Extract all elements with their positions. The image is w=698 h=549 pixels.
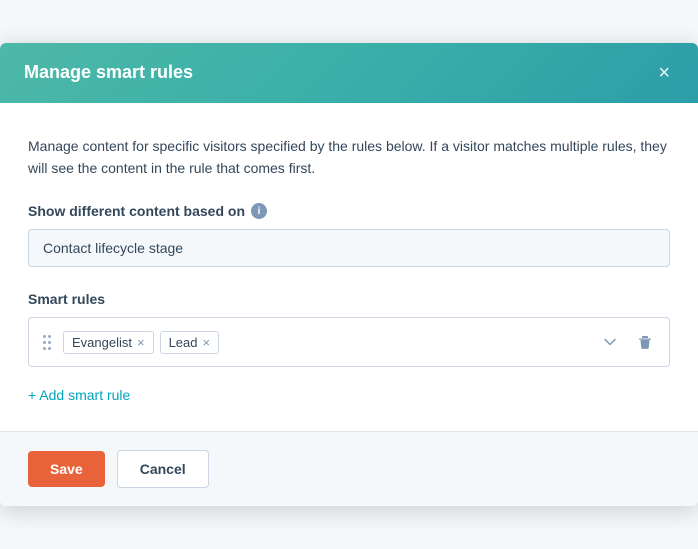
info-icon: i (251, 203, 267, 219)
drag-dot (48, 341, 51, 344)
modal-title: Manage smart rules (24, 62, 193, 83)
content-based-label-text: Show different content based on (28, 203, 245, 219)
tags-area: Evangelist × Lead × (63, 326, 589, 358)
add-smart-rule-button[interactable]: + Add smart rule (28, 383, 130, 407)
tag-lead-remove[interactable]: × (203, 336, 211, 349)
rule-row: Evangelist × Lead × (28, 317, 670, 367)
manage-smart-rules-modal: Manage smart rules × Manage content for … (0, 43, 698, 507)
drag-dot (48, 335, 51, 338)
tag-lead-label: Lead (169, 335, 198, 350)
content-based-label: Show different content based on i (28, 203, 670, 219)
description-text: Manage content for specific visitors spe… (28, 135, 670, 180)
smart-rules-label: Smart rules (28, 291, 670, 307)
cancel-button[interactable]: Cancel (117, 450, 209, 488)
close-button[interactable]: × (654, 61, 674, 85)
content-based-value: Contact lifecycle stage (28, 229, 670, 267)
chevron-down-icon (603, 335, 617, 349)
smart-rules-section: Smart rules (28, 291, 670, 367)
tag-evangelist-label: Evangelist (72, 335, 132, 350)
drag-handle[interactable] (39, 333, 55, 352)
save-button[interactable]: Save (28, 451, 105, 487)
drag-dot (43, 347, 46, 350)
modal-body: Manage content for specific visitors spe… (0, 103, 698, 432)
trash-icon (637, 334, 653, 350)
delete-rule-button[interactable] (631, 330, 659, 354)
drag-dots-row-2 (43, 341, 51, 344)
drag-dot (43, 335, 46, 338)
modal-footer: Save Cancel (0, 431, 698, 506)
dropdown-arrow-button[interactable] (597, 333, 623, 351)
drag-dot (43, 341, 46, 344)
tag-evangelist-remove[interactable]: × (137, 336, 145, 349)
drag-dots-row-1 (43, 335, 51, 338)
drag-dots-row-3 (43, 347, 51, 350)
drag-dot (48, 347, 51, 350)
tag-evangelist: Evangelist × (63, 331, 154, 354)
tag-lead: Lead × (160, 331, 220, 354)
modal-header: Manage smart rules × (0, 43, 698, 103)
